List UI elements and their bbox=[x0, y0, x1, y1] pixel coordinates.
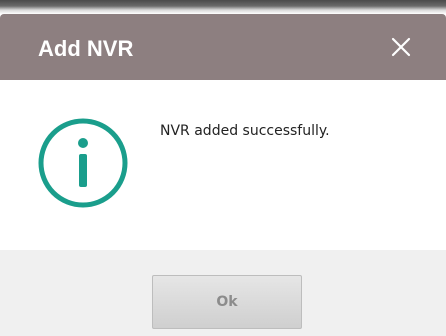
background-window-edge bbox=[0, 0, 446, 14]
screen: Add NVR NVR added successfully. Ok bbox=[0, 0, 446, 336]
success-message: NVR added successfully. bbox=[160, 123, 330, 139]
dialog-footer: Ok bbox=[0, 250, 446, 336]
dialog-body: NVR added successfully. bbox=[0, 80, 446, 250]
info-icon bbox=[36, 116, 130, 210]
close-button[interactable] bbox=[384, 30, 418, 64]
close-icon bbox=[391, 37, 411, 57]
dialog-titlebar: Add NVR bbox=[0, 14, 446, 80]
add-nvr-dialog: Add NVR NVR added successfully. Ok bbox=[0, 14, 446, 336]
ok-button[interactable]: Ok bbox=[152, 275, 302, 329]
dialog-title: Add NVR bbox=[38, 36, 134, 61]
